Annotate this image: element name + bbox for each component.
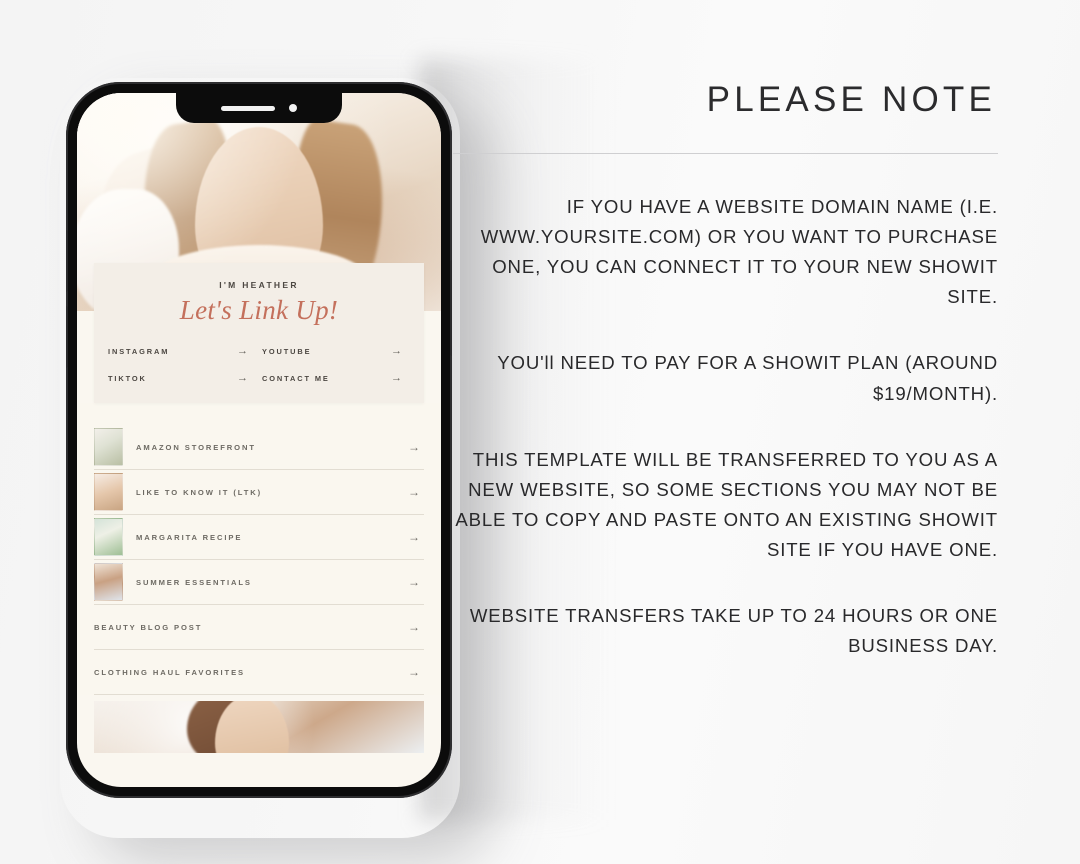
arrow-right-icon: → <box>237 372 248 384</box>
note-paragraph-transfer-time: WEBSITE TRANSFERS TAKE UP TO 24 HOURS OR… <box>469 605 998 657</box>
list-item-thumbnail <box>94 563 123 601</box>
social-link-tiktok[interactable]: TIKTOK → <box>108 373 256 384</box>
list-item[interactable]: CLOTHING HAUL FAVORITES → <box>94 650 424 695</box>
note-paragraph-domain: IF YOU HAVE A WEBSITE DOMAIN NAME (I.E. … <box>480 196 998 308</box>
power-button[interactable] <box>450 260 452 356</box>
social-link-contact-me[interactable]: CONTACT ME → <box>262 373 410 384</box>
card-eyebrow: I'M HEATHER <box>219 280 299 290</box>
list-item-thumbnail <box>94 518 123 556</box>
list-item[interactable]: BEAUTY BLOG POST → <box>94 605 424 650</box>
arrow-right-icon: → <box>237 345 248 357</box>
arrow-right-icon: → <box>408 440 420 454</box>
list-item[interactable]: SUMMER ESSENTIALS → <box>94 560 424 605</box>
note-paragraph-template-transfer: THIS TEMPLATE WILL BE TRANSFERRED TO YOU… <box>455 448 998 560</box>
list-item[interactable]: AMAZON STOREFRONT → <box>94 425 424 470</box>
list-item-label: CLOTHING HAUL FAVORITES <box>94 667 245 677</box>
link-list: AMAZON STOREFRONT → LIKE TO KNOW IT (LTK… <box>77 403 441 695</box>
page-title: PLEASE NOTE <box>706 80 996 119</box>
arrow-right-icon: → <box>408 485 420 499</box>
social-link-youtube[interactable]: YOUTUBE → <box>262 346 410 357</box>
bottom-feature-image <box>94 701 424 753</box>
please-note-panel: PLEASE NOTE IF YOU HAVE A WEBSITE DOMAIN… <box>453 0 998 864</box>
note-body: IF YOU HAVE A WEBSITE DOMAIN NAME (I.E. … <box>453 192 998 661</box>
list-item-label: LIKE TO KNOW IT (LTK) <box>136 487 263 497</box>
bottom-image-face <box>215 701 290 753</box>
social-link-label: TIKTOK <box>108 374 147 383</box>
social-link-label: INSTAGRAM <box>108 347 170 356</box>
list-item-label: SUMMER ESSENTIALS <box>136 577 252 587</box>
social-link-instagram[interactable]: INSTAGRAM → <box>108 346 256 357</box>
title-divider <box>453 153 998 154</box>
list-item-thumbnail <box>94 473 123 511</box>
phone-notch <box>176 93 342 123</box>
phone-mockup: I'M HEATHER Let's Link Up! INSTAGRAM → Y… <box>66 82 452 798</box>
list-item-label: BEAUTY BLOG POST <box>94 622 203 632</box>
front-camera-icon <box>289 104 297 112</box>
phone-screen: I'M HEATHER Let's Link Up! INSTAGRAM → Y… <box>77 93 441 787</box>
earpiece-speaker-icon <box>221 105 275 111</box>
arrow-right-icon: → <box>408 575 420 589</box>
card-title: Let's Link Up! <box>179 295 339 325</box>
note-paragraph-plan-cost: YOU'll NEED TO PAY FOR A SHOWIT PLAN (AR… <box>497 352 998 404</box>
list-item-label: MARGARITA RECIPE <box>136 532 243 542</box>
page-canvas: I'M HEATHER Let's Link Up! INSTAGRAM → Y… <box>0 0 1080 864</box>
social-link-label: YOUTUBE <box>262 347 312 356</box>
social-links-grid: INSTAGRAM → YOUTUBE → TIKTOK → CONTACT M… <box>94 346 424 384</box>
list-item-label: AMAZON STOREFRONT <box>136 442 256 452</box>
link-up-card: I'M HEATHER Let's Link Up! INSTAGRAM → Y… <box>94 263 424 403</box>
list-item[interactable]: MARGARITA RECIPE → <box>94 515 424 560</box>
arrow-right-icon: → <box>408 530 420 544</box>
arrow-right-icon: → <box>408 665 420 679</box>
list-item[interactable]: LIKE TO KNOW IT (LTK) → <box>94 470 424 515</box>
volume-down-button[interactable] <box>66 306 68 368</box>
volume-up-button[interactable] <box>66 230 68 292</box>
arrow-right-icon: → <box>391 372 402 384</box>
arrow-right-icon: → <box>391 345 402 357</box>
list-item-thumbnail <box>94 428 123 466</box>
arrow-right-icon: → <box>408 620 420 634</box>
social-link-label: CONTACT ME <box>262 374 330 383</box>
